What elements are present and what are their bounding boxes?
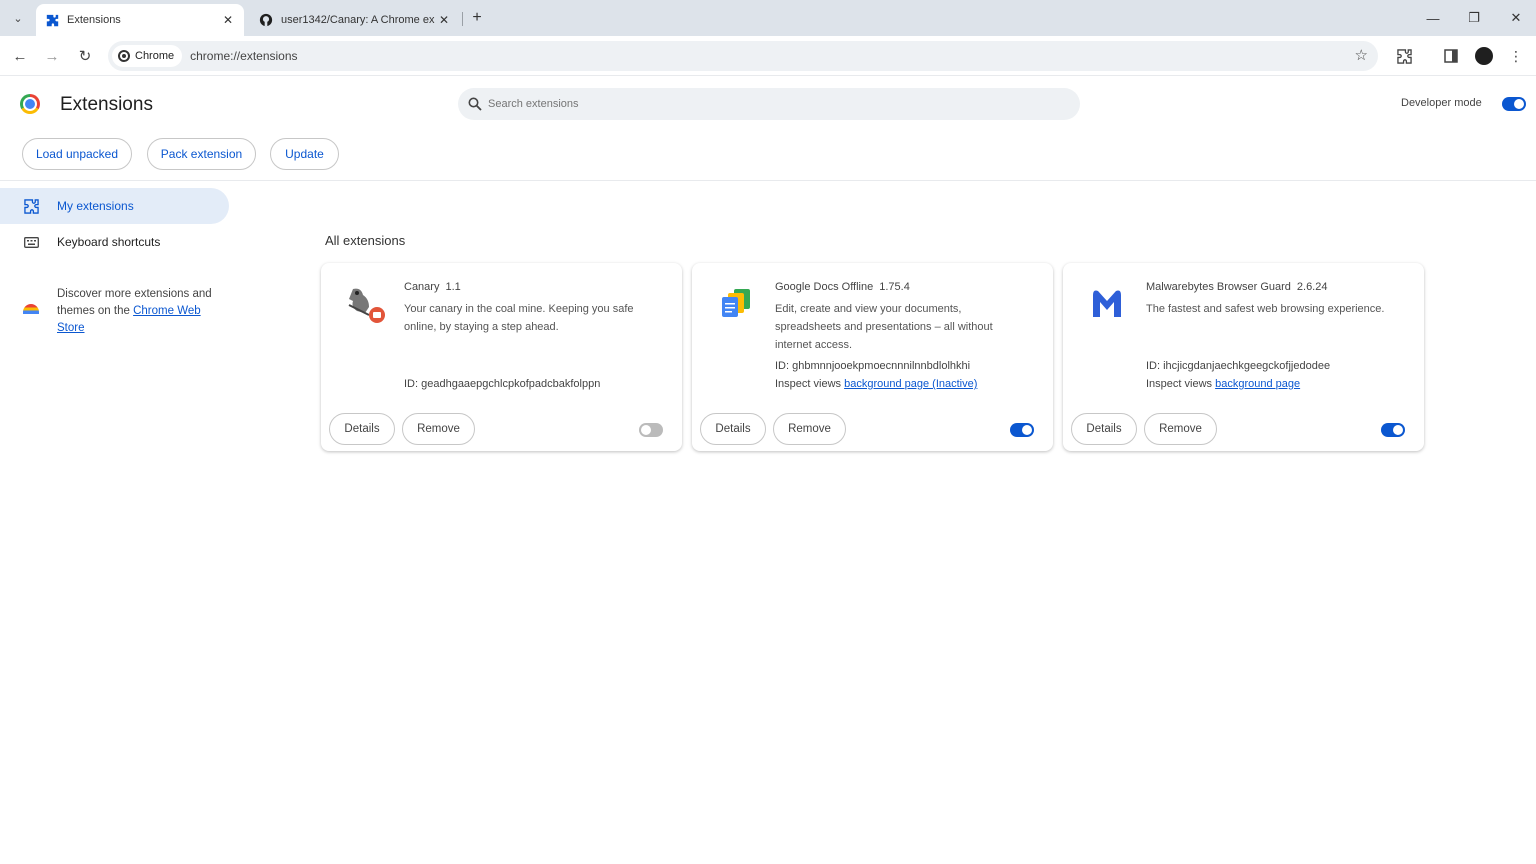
- page-title: Extensions: [60, 94, 153, 115]
- side-panel-icon[interactable]: [1440, 45, 1462, 67]
- extension-description: Edit, create and view your documents, sp…: [775, 303, 993, 351]
- details-button[interactable]: Details: [700, 413, 766, 445]
- extension-name: Canary 1.1: [404, 281, 461, 293]
- extension-description: Your canary in the coal mine. Keeping yo…: [404, 303, 634, 333]
- inspect-views: Inspect views background page: [1146, 378, 1300, 390]
- url-text: chrome://extensions: [190, 49, 298, 63]
- extension-name: Google Docs Offline 1.75.4: [775, 281, 910, 293]
- browser-toolbar: ← → ↻ Chrome chrome://extensions ☆ ⋮: [0, 36, 1536, 76]
- minimize-icon[interactable]: —: [1423, 8, 1443, 28]
- chrome-logo-icon: [20, 94, 40, 114]
- tab-title: user1342/Canary: A Chrome ex: [281, 14, 435, 26]
- avatar: [1475, 47, 1493, 65]
- canary-bird-icon: [343, 283, 387, 327]
- close-icon[interactable]: ✕: [220, 12, 236, 28]
- reload-icon[interactable]: ↻: [73, 44, 97, 68]
- google-docs-icon: [714, 283, 758, 327]
- extensions-header: Extensions Developer mode: [0, 76, 1536, 132]
- pack-extension-button[interactable]: Pack extension: [147, 138, 256, 170]
- close-window-icon[interactable]: ✕: [1506, 8, 1526, 28]
- bookmark-star-icon[interactable]: ☆: [1355, 46, 1368, 64]
- tab-strip: ⌄ Extensions ✕ user1342/Canary: A Chrome…: [0, 0, 1536, 36]
- search-icon: [468, 97, 482, 111]
- search-input[interactable]: [488, 98, 988, 110]
- inspect-views-label: Inspect views: [1146, 378, 1213, 390]
- inspect-views-label: Inspect views: [775, 378, 842, 390]
- load-unpacked-button[interactable]: Load unpacked: [22, 138, 132, 170]
- extension-name: Malwarebytes Browser Guard 2.6.24: [1146, 281, 1327, 293]
- sidebar-item-label: Keyboard shortcuts: [57, 235, 161, 249]
- more-menu-icon[interactable]: ⋮: [1505, 45, 1527, 67]
- developer-mode-toggle[interactable]: [1502, 97, 1526, 111]
- back-icon[interactable]: ←: [8, 44, 32, 68]
- extension-id: ID: ihcjicgdanjaechkgeegckofjjedodee: [1146, 360, 1331, 372]
- puzzle-icon: [23, 198, 39, 214]
- profile-avatar[interactable]: [1473, 45, 1495, 67]
- extension-enable-toggle[interactable]: [1010, 423, 1034, 437]
- developer-actions-bar: Load unpacked Pack extension Update: [0, 132, 1536, 181]
- tab-github[interactable]: user1342/Canary: A Chrome ex ✕: [250, 4, 460, 36]
- extension-enable-toggle[interactable]: [639, 423, 663, 437]
- extension-enable-toggle[interactable]: [1381, 423, 1405, 437]
- update-button[interactable]: Update: [270, 138, 339, 170]
- background-page-link[interactable]: background page (Inactive): [844, 378, 977, 390]
- sidebar-item-keyboard-shortcuts[interactable]: Keyboard shortcuts: [0, 224, 229, 260]
- inspect-views: Inspect views background page (Inactive): [775, 378, 977, 390]
- address-bar[interactable]: Chrome chrome://extensions ☆: [108, 41, 1378, 71]
- sidebar-item-label: My extensions: [57, 199, 134, 213]
- tab-extensions[interactable]: Extensions ✕: [36, 4, 244, 36]
- forward-icon[interactable]: →: [40, 44, 64, 68]
- extension-card-google-docs-offline: Google Docs Offline 1.75.4 Edit, create a…: [692, 263, 1053, 451]
- extension-id: ID: ghbmnnjooekpmoecnnnilnnbdlolhkhi: [775, 360, 971, 372]
- discover-text: Discover more extensions and themes on t…: [57, 286, 227, 337]
- extension-description: The fastest and safest web browsing expe…: [1146, 303, 1385, 315]
- site-info-chip[interactable]: Chrome: [112, 45, 183, 67]
- close-icon[interactable]: ✕: [436, 12, 452, 28]
- section-title: All extensions: [325, 233, 406, 248]
- new-tab-button[interactable]: +: [467, 8, 487, 28]
- remove-button[interactable]: Remove: [773, 413, 846, 445]
- tab-separator: [462, 12, 463, 26]
- chevron-down-icon: ⌄: [13, 12, 23, 25]
- remove-button[interactable]: Remove: [1144, 413, 1217, 445]
- extension-version: 2.6.24: [1296, 281, 1328, 293]
- chip-label: Chrome: [135, 50, 175, 62]
- extension-card-canary: Canary 1.1 Your canary in the coal mine. …: [321, 263, 682, 451]
- extension-id: ID: geadhgaaepgchlcpkofpadcbakfolppn: [404, 378, 601, 390]
- tab-title: Extensions: [67, 14, 121, 26]
- puzzle-icon: [45, 13, 59, 27]
- extension-name-text: Malwarebytes Browser Guard: [1146, 281, 1291, 293]
- remove-button[interactable]: Remove: [402, 413, 475, 445]
- github-icon: [259, 13, 273, 27]
- background-page-link[interactable]: background page: [1215, 378, 1300, 390]
- extension-version: 1.1: [445, 281, 461, 293]
- details-button[interactable]: Details: [1071, 413, 1137, 445]
- details-button[interactable]: Details: [329, 413, 395, 445]
- chrome-icon: [118, 50, 130, 62]
- web-store-rainbow-icon: [23, 304, 39, 314]
- search-extensions-box[interactable]: [458, 88, 1080, 120]
- keyboard-icon: [23, 234, 39, 250]
- extension-name-text: Google Docs Offline: [775, 281, 874, 293]
- malwarebytes-icon: [1085, 283, 1129, 327]
- extensions-puzzle-icon[interactable]: [1393, 45, 1415, 67]
- tab-search-button[interactable]: ⌄: [7, 7, 29, 29]
- extension-card-malwarebytes: Malwarebytes Browser Guard 2.6.24 The fas…: [1063, 263, 1424, 451]
- extension-version: 1.75.4: [879, 281, 910, 293]
- extension-name-text: Canary: [404, 281, 440, 293]
- developer-mode-label: Developer mode: [1401, 97, 1482, 109]
- sidebar-item-my-extensions[interactable]: My extensions: [0, 188, 229, 224]
- restore-icon[interactable]: ❐: [1464, 8, 1484, 28]
